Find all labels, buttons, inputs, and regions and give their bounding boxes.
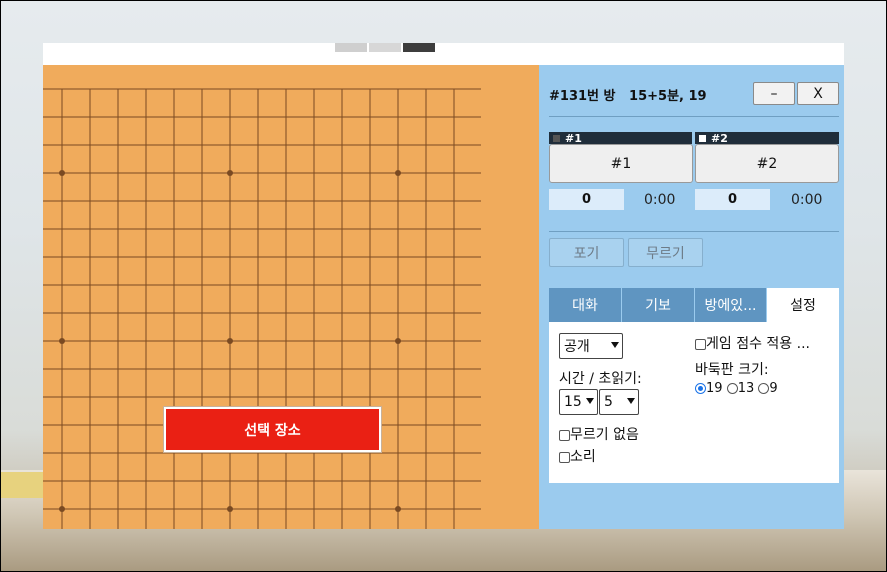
settings-pane: 공개 시간 / 초읽기: 15 5 무르기 없음 소리 게임 점수 적용 ...… <box>549 322 839 483</box>
board-size-9-label: 9 <box>769 381 778 396</box>
player1-score: 0 <box>549 189 624 210</box>
byoyomi-select-value: 5 <box>604 394 613 410</box>
sound-checkbox[interactable] <box>559 451 570 463</box>
background-photo-detail <box>0 472 44 498</box>
star-point <box>59 506 65 512</box>
board-size-19-radio[interactable] <box>695 383 706 394</box>
white-stone-icon <box>699 134 706 142</box>
player1-card[interactable]: #1 <box>549 144 693 183</box>
board-grid <box>43 88 481 529</box>
panel-tabs: 대화 기보 방에있... 설정 <box>549 288 839 322</box>
no-undo-option[interactable]: 무르기 없음 <box>559 424 639 444</box>
player1-tag: #1 <box>565 131 582 145</box>
chevron-down-icon <box>586 398 594 404</box>
board-size-options: 19 13 9 <box>695 381 778 396</box>
time-label: 시간 / 초읽기: <box>559 371 642 387</box>
black-stone-icon <box>553 134 560 142</box>
player2-card[interactable]: #2 <box>695 144 839 183</box>
place-stone-button[interactable]: 선택 장소 <box>163 406 382 453</box>
visibility-select-value: 공개 <box>564 339 590 355</box>
apply-score-label: 게임 점수 적용 ... <box>706 336 810 352</box>
player1-timer: 0:00 <box>644 191 676 208</box>
tab-game-record[interactable]: 기보 <box>622 288 695 322</box>
board-size-13-radio[interactable] <box>726 383 738 394</box>
board-size-9-radio[interactable] <box>758 383 770 394</box>
star-point <box>227 506 233 512</box>
apply-score-checkbox[interactable] <box>695 338 706 350</box>
chevron-down-icon <box>627 398 635 404</box>
room-title: #131번 방 15+5분, 19 <box>549 89 707 104</box>
star-point <box>59 170 65 176</box>
tab-settings[interactable]: 설정 <box>767 288 839 322</box>
time-select[interactable]: 15 <box>559 389 598 415</box>
star-point <box>395 170 401 176</box>
player2-timer: 0:00 <box>791 191 823 208</box>
top-bar <box>43 43 844 65</box>
divider <box>549 231 839 232</box>
star-point <box>227 170 233 176</box>
visibility-select[interactable]: 공개 <box>559 333 623 359</box>
star-point <box>227 338 233 344</box>
go-board[interactable]: 선택 장소 <box>43 65 539 529</box>
no-undo-checkbox[interactable] <box>559 429 570 441</box>
star-point <box>59 338 65 344</box>
chevron-down-icon <box>611 342 619 348</box>
player2-bar: #2 <box>695 131 839 145</box>
no-undo-label: 무르기 없음 <box>570 427 639 443</box>
divider <box>549 116 839 117</box>
player1-bar: #1 <box>549 131 692 145</box>
close-button[interactable]: X <box>797 82 839 105</box>
sound-option[interactable]: 소리 <box>559 446 596 466</box>
sound-label: 소리 <box>570 449 596 465</box>
player2-tag: #2 <box>711 131 728 145</box>
side-panel: #131번 방 15+5분, 19 – X #1 #2 #1 #2 0 0:00… <box>539 65 844 529</box>
star-point <box>395 338 401 344</box>
tab-room-users[interactable]: 방에있... <box>695 288 767 322</box>
undo-button[interactable]: 무르기 <box>628 238 703 267</box>
time-select-value: 15 <box>564 394 582 410</box>
zoom-in-button[interactable] <box>369 43 401 52</box>
board-size-13-label: 13 <box>737 381 755 396</box>
board-size-label: 바둑판 크기: <box>695 362 769 378</box>
apply-score-option[interactable]: 게임 점수 적용 ... <box>695 333 810 353</box>
board-size-19-label: 19 <box>706 381 723 396</box>
byoyomi-select[interactable]: 5 <box>599 389 639 415</box>
player2-score: 0 <box>695 189 770 210</box>
resign-button[interactable]: 포기 <box>549 238 624 267</box>
zoom-toggle-button[interactable] <box>403 43 435 52</box>
zoom-out-button[interactable] <box>335 43 367 52</box>
minimize-button[interactable]: – <box>753 82 795 105</box>
star-point <box>395 506 401 512</box>
tab-chat[interactable]: 대화 <box>549 288 622 322</box>
